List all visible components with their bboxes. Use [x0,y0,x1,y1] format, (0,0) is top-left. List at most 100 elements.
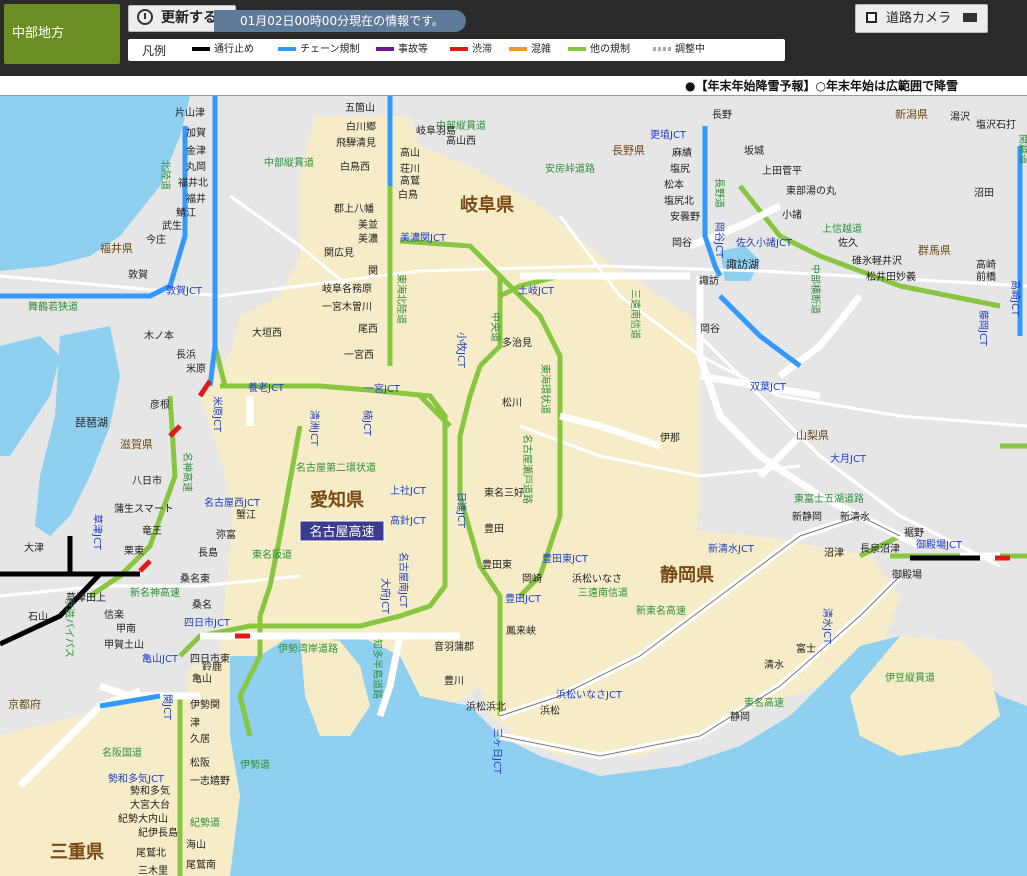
place[interactable]: 紀勢大内山 [118,812,168,825]
place[interactable]: 蒲生スマート [114,502,174,515]
place[interactable]: 浜松いなさ [572,572,622,585]
place[interactable]: 前橋 [976,270,996,283]
place[interactable]: 関 [368,265,378,277]
place[interactable]: 上田菅平 [762,165,802,177]
jct-toki[interactable]: 土岐JCT [518,284,555,297]
news-ticker[interactable]: ●【年末年始降雪予報】○年末年始は広範囲で降雪 [0,76,1027,96]
jct-futaba[interactable]: 双葉JCT [750,380,787,393]
place[interactable]: 信楽 [104,608,124,621]
jct-toyota[interactable]: 豊田JCT [505,592,542,605]
jct-shin-shimizu[interactable]: 新清水JCT [708,542,755,555]
place[interactable]: 美濃 [358,232,378,245]
jct-kiyosu[interactable]: 清洲JCT [308,410,321,447]
place[interactable]: 金津 [186,144,206,157]
place[interactable]: 多治見 [502,336,532,349]
place[interactable]: 蟹江 [236,508,256,521]
jct-yoro[interactable]: 養老JCT [248,381,285,394]
jct-minoseki[interactable]: 美濃関JCT [400,231,447,244]
checkbox-icon[interactable] [866,12,877,23]
jct-otsuki[interactable]: 大月JCT [830,452,867,465]
jct-hamamatsu-inasa[interactable]: 浜松いなさJCT [556,688,623,701]
place[interactable]: 片山津 [175,106,205,119]
place[interactable]: 富士 [796,642,816,655]
place[interactable]: 丸岡 [186,160,206,173]
place[interactable]: 松阪 [190,756,210,769]
place[interactable]: 武生 [162,219,182,232]
place[interactable]: 白鳥西 [340,160,370,173]
place[interactable]: 敦賀 [128,268,148,281]
place[interactable]: 草津田上 [66,592,106,604]
place[interactable]: 静岡 [730,710,750,723]
place[interactable]: 湯沢 [950,110,970,123]
jct-nagoya-minami[interactable]: 名古屋南JCT [397,552,410,609]
place[interactable]: 大垣西 [252,326,282,339]
traffic-map[interactable]: 岐阜県 愛知県 静岡県 三重県 長野県 山梨県 群馬県 新潟県 福井県 滋賀県 … [0,96,1027,876]
place[interactable]: 甲南 [116,622,136,635]
place[interactable]: 松本 [664,178,684,191]
place[interactable]: 浜松浜北 [466,700,506,713]
place[interactable]: 安曇野 [670,210,700,223]
place[interactable]: 岡谷 [672,237,692,249]
region-label[interactable]: 中部地方 [4,4,120,64]
place[interactable]: 塩沢石打 [976,118,1016,131]
place[interactable]: 御殿場 [892,568,922,581]
jct-tsuruga[interactable]: 敦賀JCT [166,284,203,297]
place[interactable]: 荘川 [400,163,420,175]
jct-saku-komoro[interactable]: 佐久小諸JCT [736,236,793,249]
place[interactable]: 米原 [186,362,206,375]
place[interactable]: 紀伊長島 [138,826,178,839]
place[interactable]: 豊田東 [482,558,512,571]
place[interactable]: 沼田 [974,186,994,199]
place[interactable]: 桑名 [192,598,212,611]
place[interactable]: 長野 [712,109,732,121]
place[interactable]: 伊那 [660,432,680,444]
place[interactable]: 伊勢関 [190,698,220,711]
place[interactable]: 八日市 [132,474,162,487]
place[interactable]: 新静岡 [792,510,822,523]
place[interactable]: 三木里 [138,865,168,876]
place[interactable]: 今庄 [146,233,166,246]
place[interactable]: 豊川 [444,674,464,687]
place[interactable]: 沼津 [824,546,844,559]
place[interactable]: 裾野 [904,526,924,539]
jct-toyota-higashi[interactable]: 豊田東JCT [542,552,589,565]
place[interactable]: 福井 [186,192,206,205]
place[interactable]: 鳳来峡 [506,624,536,637]
place[interactable]: 津 [190,717,200,729]
jct-kusatsu[interactable]: 草津JCT [91,514,103,551]
jct-shimizu[interactable]: 清水JCT [821,608,834,645]
place[interactable]: 東名三好 [484,486,524,499]
jct-fujioka[interactable]: 藤岡JCT [977,310,989,347]
jct-gotemba[interactable]: 御殿場JCT [916,538,963,551]
place[interactable]: 長浜 [176,349,196,361]
place[interactable]: 竜王 [142,524,162,537]
place[interactable]: 大宮大台 [130,798,170,811]
place[interactable]: 尾鷲北 [136,846,166,859]
place[interactable]: 鯖江 [176,206,196,219]
place[interactable]: 小諸 [782,208,802,221]
place[interactable]: 岡谷 [700,323,720,335]
place[interactable]: 関広見 [324,246,354,259]
place[interactable]: 美並 [358,218,378,231]
jct-kamiyashiro[interactable]: 上社JCT [390,484,427,497]
place[interactable]: 清水 [764,658,784,671]
place[interactable]: 彦根 [150,398,170,411]
jct-yokkaichi[interactable]: 四日市JCT [184,616,231,629]
place[interactable]: 郡上八幡 [334,202,374,215]
place[interactable]: 長島 [198,546,218,559]
place[interactable]: 木ノ本 [144,329,174,342]
place[interactable]: 東部湯の丸 [786,184,836,197]
jct-seiwataki[interactable]: 勢和多気JCT [108,772,165,785]
place[interactable]: 岐阜各務原 [322,282,372,295]
road-camera-button[interactable]: 道路カメラ [855,4,988,33]
place[interactable]: 音羽蒲郡 [434,640,474,653]
jct-takasaki[interactable]: 高崎JCT [1009,280,1022,317]
place[interactable]: 高山西 [446,134,476,147]
place[interactable]: 浜松 [540,704,560,717]
place[interactable]: 勢和多気 [130,784,170,797]
place[interactable]: 坂城 [744,145,764,157]
place[interactable]: 尾西 [358,323,378,335]
place[interactable]: 大津 [24,541,44,554]
place[interactable]: 石山 [28,611,48,623]
jct-obu[interactable]: 大府JCT [379,578,392,615]
